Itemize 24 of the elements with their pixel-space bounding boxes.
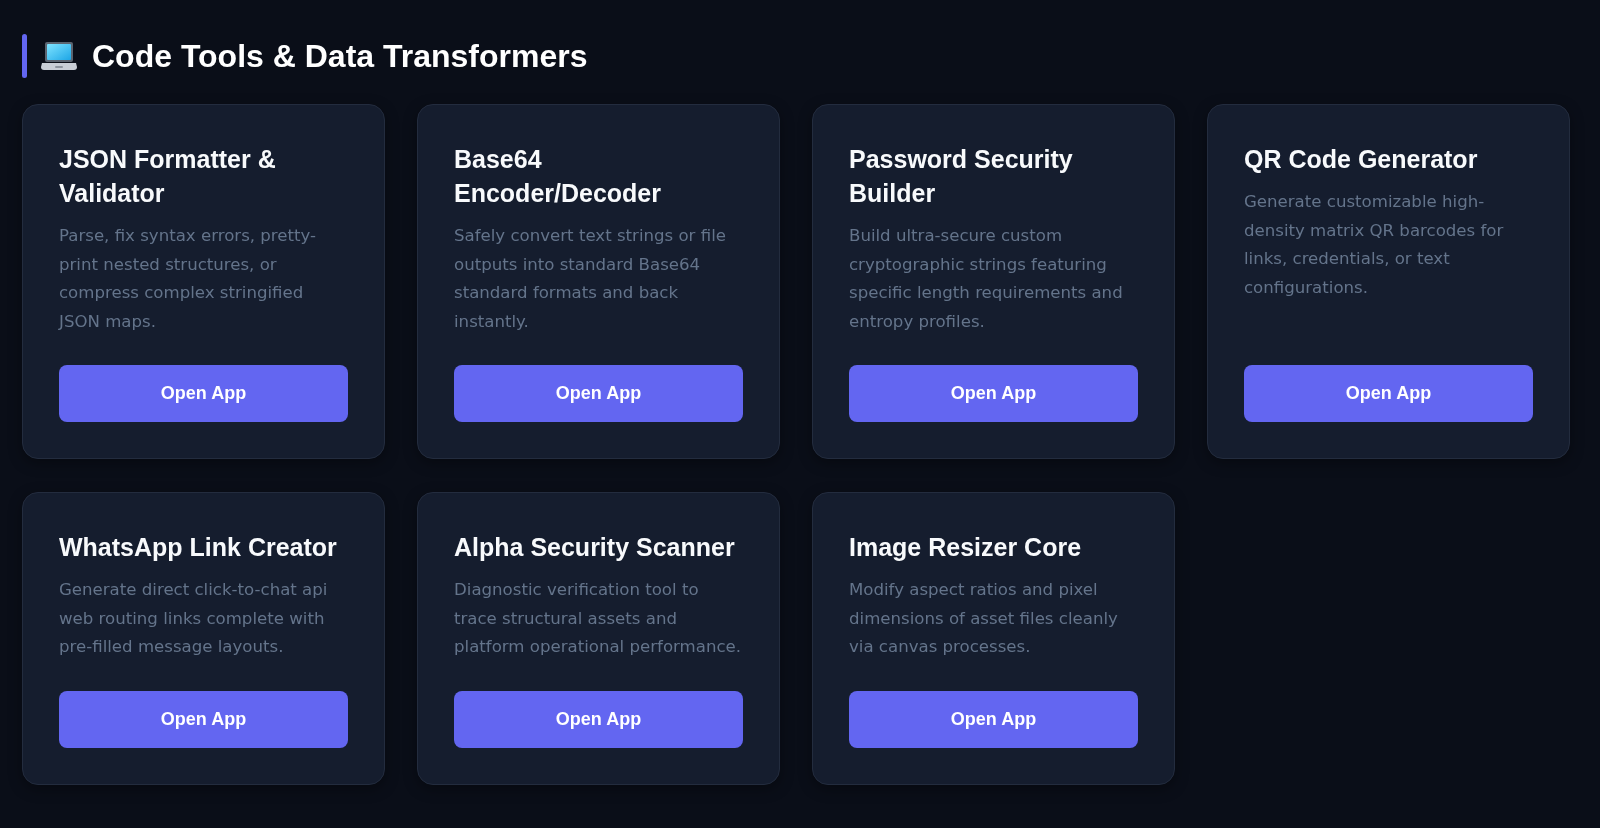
- tool-description: Generate customizable high-density matrix QR barcodes for links, credentials, or text configurations.: [1244, 191, 1505, 299]
- tool-description: Build ultra-secure custom cryptographic strings featuring specific length requirements and entropy profiles.: [849, 225, 1124, 333]
- section-title: Code Tools & Data Transformers: [92, 37, 588, 76]
- open-app-button[interactable]: Open App: [454, 690, 743, 748]
- tool-description: Generate direct click-to-chat api web routing links complete with pre-filled message layouts.: [59, 579, 329, 658]
- open-app-button[interactable]: Open App: [59, 690, 348, 748]
- accent-bar: [22, 34, 27, 78]
- open-app-button[interactable]: Open App: [454, 365, 743, 422]
- laptop-icon: [41, 42, 77, 70]
- tool-title: WhatsApp Link Creator: [59, 532, 338, 563]
- open-app-button[interactable]: Open App: [1244, 365, 1533, 422]
- tool-description: Modify aspect ratios and pixel dimensions of asset files cleanly via canvas processes.: [849, 579, 1119, 658]
- tool-title: Alpha Security Scanner: [454, 532, 736, 563]
- open-app-button[interactable]: Open App: [59, 365, 348, 422]
- tool-title: JSON Formatter & Validator: [59, 144, 277, 209]
- tool-title: Base64 Encoder/Decoder: [454, 144, 662, 209]
- tool-title: QR Code Generator: [1244, 144, 1479, 175]
- tool-description: Safely convert text strings or file outputs into standard Base64 standard formats and back instantly.: [454, 225, 727, 333]
- tool-title: Password Security Builder: [849, 144, 1074, 209]
- tool-title: Image Resizer Core: [849, 532, 1083, 563]
- tool-description: Parse, fix syntax errors, pretty-print nested structures, or compress complex stringified JSON maps.: [59, 225, 318, 333]
- open-app-button[interactable]: Open App: [849, 365, 1138, 422]
- open-app-button[interactable]: Open App: [849, 690, 1138, 748]
- tool-description: Diagnostic verification tool to trace structural assets and platform operational performance.: [454, 579, 743, 658]
